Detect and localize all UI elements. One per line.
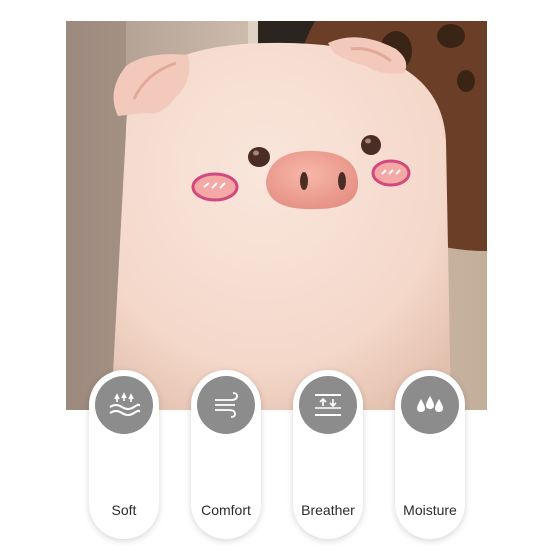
breathable-arrows-icon <box>299 376 357 434</box>
soft-waves-icon <box>95 376 153 434</box>
feature-list: Soft Comfort Breather Moisture <box>0 370 551 551</box>
product-photo <box>66 21 487 410</box>
feature-label-breather: Breather <box>301 502 355 518</box>
feature-card-moisture[interactable]: Moisture <box>395 370 465 539</box>
left-cheek <box>191 172 239 202</box>
feature-card-breather[interactable]: Breather <box>293 370 363 539</box>
pig-plush-illustration <box>66 21 487 410</box>
water-drops-icon <box>401 376 459 434</box>
feature-card-soft[interactable]: Soft <box>89 370 159 539</box>
right-eye <box>361 135 381 155</box>
left-eye <box>248 147 270 167</box>
feature-label-soft: Soft <box>111 502 137 518</box>
feature-card-comfort[interactable]: Comfort <box>191 370 261 539</box>
feature-label-moisture: Moisture <box>403 502 457 518</box>
feature-label-comfort: Comfort <box>201 502 251 518</box>
pig-plush <box>111 37 451 410</box>
wind-icon <box>197 376 255 434</box>
